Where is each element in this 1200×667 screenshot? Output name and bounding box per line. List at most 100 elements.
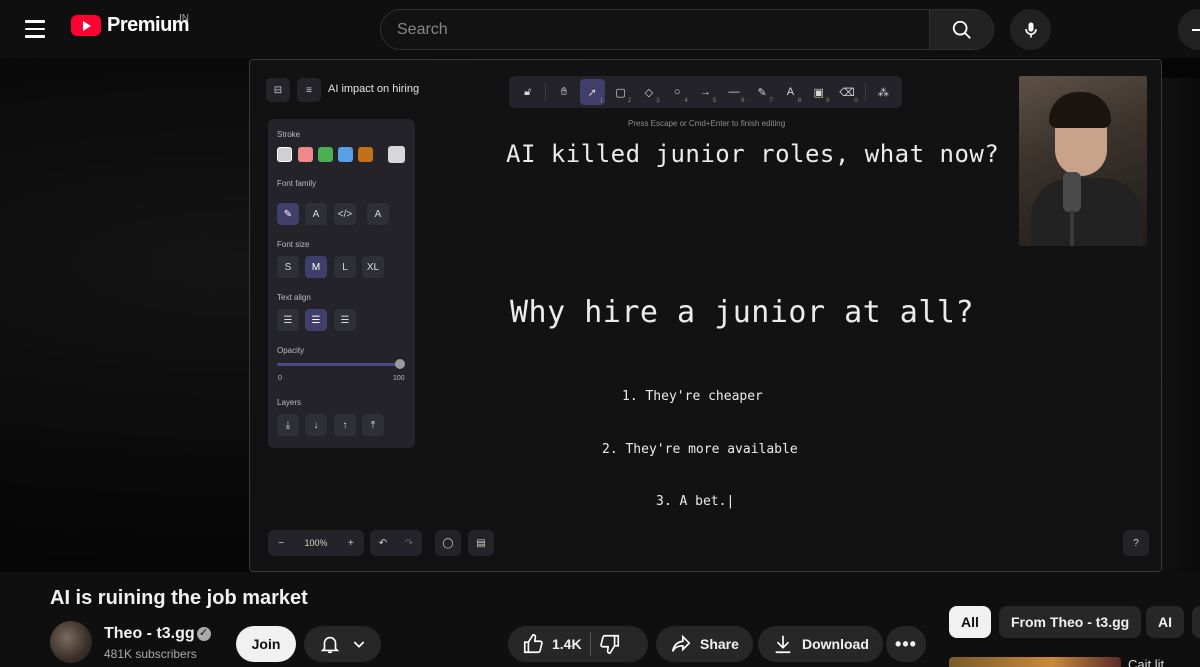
country-code: IN [179,13,189,24]
mic-stand [1070,210,1074,246]
send-to-back-icon[interactable]: ⤓ [277,414,299,436]
opacity-label: Opacity [277,346,305,355]
recommendation-thumbnail[interactable] [949,657,1121,667]
hand-tool-icon[interactable]: ✋︎ [551,79,576,105]
align-left-icon[interactable]: ☰ [277,309,299,331]
like-separator [589,632,591,656]
hamburger-menu-icon[interactable] [18,14,52,44]
properties-panel: Stroke Font family ✎ A </> A Font size S… [268,119,415,448]
stroke-color-swatch[interactable] [318,147,333,162]
youtube-play-icon [71,15,101,36]
selection-tool-icon[interactable]: ➚ 1 [579,79,605,105]
custom-color-swatch[interactable] [388,146,405,163]
more-actions-button[interactable]: ••• [886,626,926,662]
diamond-tool-icon[interactable]: ◇ 3 [636,79,661,105]
download-label: Download [802,636,869,652]
zoom-in-icon[interactable]: + [348,538,354,549]
present-icon[interactable]: ▤ [468,530,494,556]
toolbar-divider [864,83,866,101]
bring-forward-icon[interactable]: ↑ [334,414,356,436]
subscriber-count: 481K subscribers [104,647,197,661]
canvas-subheading[interactable]: Why hire a junior at all? [510,295,974,330]
create-button[interactable] [1178,9,1200,50]
youtube-logo[interactable]: Premium [71,14,190,37]
opacity-slider[interactable] [277,363,404,366]
search-input[interactable] [381,10,929,49]
share-button[interactable]: Share [656,626,753,662]
rectangle-tool-icon[interactable]: ▢ 2 [608,79,633,105]
like-count[interactable]: 1.4K [552,636,582,652]
font-size-m[interactable]: M [305,256,327,278]
sidebar-toggle-icon[interactable]: ⊟ [266,78,290,102]
editing-hint: Press Escape or Cmd+Enter to finish edit… [628,119,786,128]
align-center-icon[interactable]: ☰ [305,309,327,331]
opacity-slider-thumb[interactable] [395,359,405,369]
voice-search-button[interactable] [1010,9,1051,50]
stroke-color-swatch[interactable] [338,147,353,162]
channel-name[interactable]: Theo - t3.gg [104,625,195,643]
presenter-body [1031,178,1143,246]
drawing-toolbar: 🔓︎ ✋︎ ➚ 1 ▢ 2 ◇ 3 ○ 4 → 5 —6 ✎ 7 A8 ▣ 9 ⌫ 0 ⁂ [509,76,902,108]
channel-avatar[interactable] [50,621,92,663]
video-title: AI is ruining the job market [50,587,308,609]
dislike-icon[interactable] [599,633,621,655]
align-right-icon[interactable]: ☰ [334,309,356,331]
history-controls: ↶ ↷ [370,530,422,556]
main-menu-icon[interactable]: ≡ [297,78,321,102]
verified-icon [197,626,211,641]
bring-to-front-icon[interactable]: ⤒ [362,414,384,436]
player-edge [1162,78,1200,572]
font-size-l[interactable]: L [334,256,356,278]
chip-ai[interactable]: AI [1146,606,1184,638]
font-more-icon[interactable]: A [367,203,389,225]
search-icon [952,20,971,39]
logo-text: Premium [107,14,190,36]
stroke-color-swatch[interactable] [358,147,373,162]
microphone-icon [1024,22,1037,37]
undo-icon[interactable]: ↶ [379,538,387,549]
recommendation-title[interactable]: Cait lit... [1128,657,1200,667]
toolbar-divider [545,83,547,101]
send-backward-icon[interactable]: ↓ [305,414,327,436]
like-icon[interactable] [522,633,544,655]
top-bar: Premium IN [0,0,1200,58]
chip-from-channel[interactable]: From Theo - t3.gg [999,606,1142,638]
share-label: Share [700,636,739,652]
zoom-out-icon[interactable]: − [278,538,284,549]
whiteboard-canvas: ⊟ ≡ AI impact on hiring 🔓︎ ✋︎ ➚ 1 ▢ 2 ◇ 3 ○… [249,59,1162,572]
arrow-tool-icon[interactable]: → 5 [693,79,718,105]
chip-next[interactable] [1192,606,1200,638]
stroke-color-swatch[interactable] [277,147,292,162]
join-button[interactable]: Join [236,626,296,662]
image-tool-icon[interactable]: ▣ 9 [806,79,831,105]
notifications-button[interactable] [304,626,381,662]
eraser-tool-icon[interactable]: ⌫ 0 [834,79,859,105]
font-handdrawn-icon[interactable]: ✎ [277,203,299,225]
download-button[interactable]: Download [758,626,883,662]
font-size-s[interactable]: S [277,256,299,278]
font-normal-icon[interactable]: A [305,203,327,225]
search-button[interactable] [929,10,993,49]
opacity-min: 0 [278,375,282,382]
draw-tool-icon[interactable]: ✎ 7 [749,79,774,105]
stroke-color-swatch[interactable] [298,147,313,162]
library-icon[interactable]: ⁂ [871,79,896,105]
help-icon[interactable]: ? [1123,530,1149,556]
line-tool-icon[interactable]: —6 [721,79,746,105]
like-dislike-group: 1.4K [508,626,648,662]
canvas-heading[interactable]: AI killed junior roles, what now? [506,140,999,168]
redo-icon[interactable]: ↷ [405,538,413,549]
font-size-xl[interactable]: XL [362,256,384,278]
ellipse-tool-icon[interactable]: ○ 4 [665,79,690,105]
comment-icon[interactable]: ◯ [435,530,461,556]
font-code-icon[interactable]: </> [334,203,356,225]
chip-all[interactable]: All [949,606,991,638]
microphone-icon [1063,172,1081,212]
text-tool-icon[interactable]: A8 [778,79,803,105]
video-player[interactable]: ⊟ ≡ AI impact on hiring 🔓︎ ✋︎ ➚ 1 ▢ 2 ◇ 3 ○… [0,58,1200,572]
canvas-list[interactable]: 1. They're cheaper 2. They're more avail… [602,353,798,546]
list-item: 1. They're cheaper [622,389,763,404]
document-title: AI impact on hiring [328,83,420,95]
zoom-level[interactable]: 100% [304,538,327,548]
lock-icon[interactable]: 🔓︎ [515,79,540,105]
